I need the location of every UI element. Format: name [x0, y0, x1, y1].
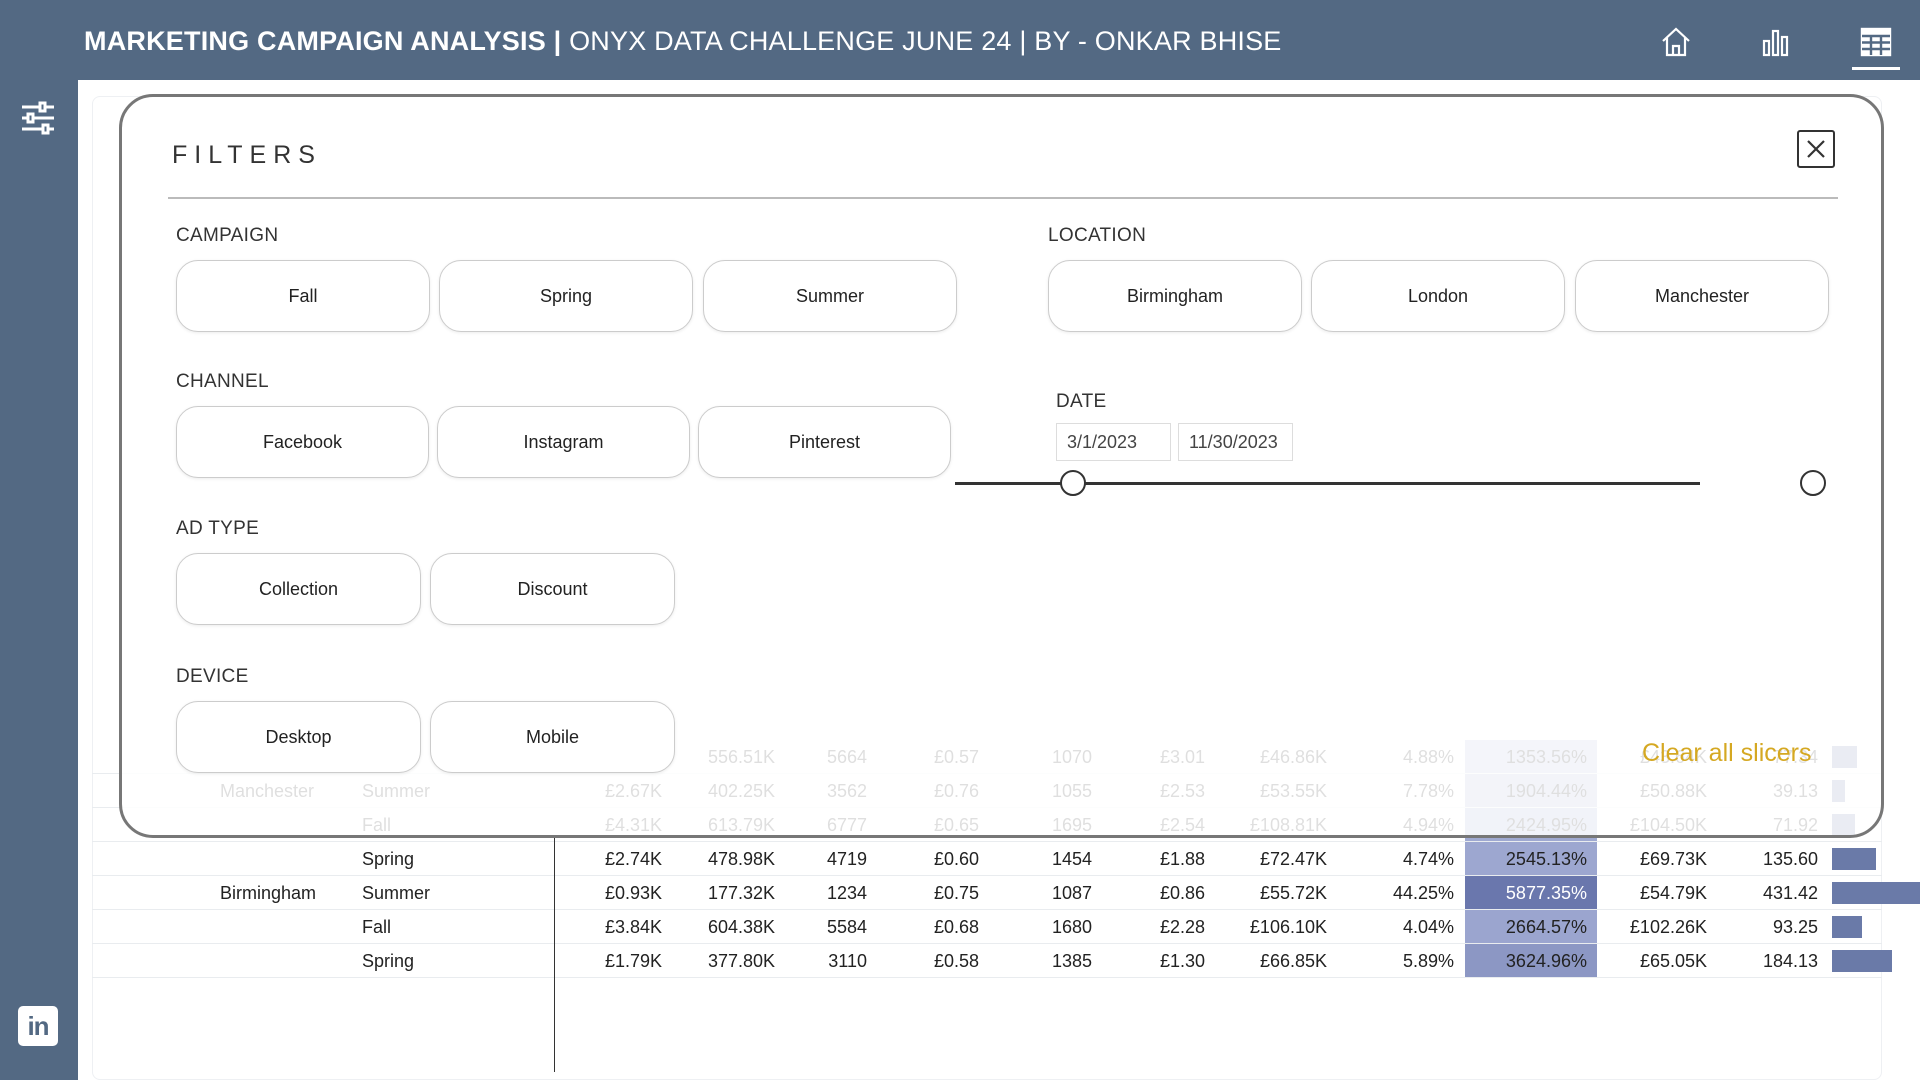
cell-converted: 1385 — [1051, 951, 1092, 971]
cell-cpc: £0.58 — [933, 951, 979, 971]
bar-chart-icon[interactable] — [1756, 22, 1796, 62]
table-icon[interactable] — [1852, 22, 1900, 70]
cell-roas: 431.42 — [1762, 883, 1818, 903]
channel-pinterest-button[interactable]: Pinterest — [698, 406, 951, 478]
cell-impressions: 177.32K — [707, 883, 775, 903]
date-slider-end-handle[interactable] — [1800, 470, 1826, 496]
ad-type-collection-button[interactable]: Collection — [176, 553, 421, 625]
cell-cpc: £0.68 — [933, 917, 979, 937]
cell-impressions: 604.38K — [707, 917, 775, 937]
cell-spend: £2.74K — [604, 849, 662, 869]
device-label: DEVICE — [176, 666, 249, 687]
cell-converted: 1680 — [1051, 917, 1092, 937]
location-manchester-button[interactable]: Manchester — [1575, 260, 1829, 332]
roas-bar — [1832, 882, 1920, 904]
cell-revenue: £55.72K — [1259, 883, 1327, 903]
cell-cpa: £2.28 — [1159, 917, 1205, 937]
device-mobile-button[interactable]: Mobile — [430, 701, 675, 773]
ad-type-label: AD TYPE — [176, 518, 260, 539]
cell-campaign: Summer — [362, 883, 431, 903]
cell-campaign: Spring — [362, 951, 415, 971]
cell-campaign: Fall — [362, 917, 392, 937]
cell-spend: £0.93K — [604, 883, 662, 903]
title-author: BY - ONKAR BHISE — [1026, 26, 1282, 56]
filters-title: FILTERS — [172, 141, 322, 169]
column-divider — [554, 836, 555, 1072]
channel-facebook-button[interactable]: Facebook — [176, 406, 429, 478]
cell-cpa: £1.30 — [1159, 951, 1205, 971]
title-challenge: ONYX DATA CHALLENGE JUNE 24 | — [561, 26, 1027, 56]
cell-location: Birmingham — [220, 883, 317, 903]
linkedin-glyph: in — [27, 1010, 49, 1041]
filters-panel: FILTERS CAMPAIGN Fall Spring Summer LOCA… — [119, 94, 1884, 838]
location-london-button[interactable]: London — [1311, 260, 1565, 332]
cell-converted: 1087 — [1051, 883, 1092, 903]
filter-sliders-icon[interactable] — [18, 98, 58, 138]
header-bar: MARKETING CAMPAIGN ANALYSIS | ONYX DATA … — [0, 0, 1920, 80]
roas-bar — [1832, 916, 1862, 938]
cell-profit: £69.73K — [1639, 849, 1707, 869]
channel-label: CHANNEL — [176, 371, 269, 392]
cell-impressions: 377.80K — [707, 951, 775, 971]
cell-clicks: 4719 — [826, 849, 867, 869]
cell-profit: £102.26K — [1629, 917, 1707, 937]
clear-all-slicers-button[interactable]: Clear all slicers — [1642, 739, 1811, 768]
cell-roi: 2664.57% — [1505, 917, 1587, 937]
table-row[interactable]: Fall £3.84K 604.38K 5584 £0.68 1680 £2.28 £106.… — [92, 910, 1882, 944]
cell-spend: £1.79K — [604, 951, 662, 971]
cell-revenue: £66.85K — [1259, 951, 1327, 971]
channel-instagram-button[interactable]: Instagram — [437, 406, 690, 478]
cell-roi: 2545.13% — [1505, 849, 1587, 869]
cell-clicks: 5584 — [826, 917, 867, 937]
cell-roas: 135.60 — [1762, 849, 1818, 869]
cell-engagement: 44.25% — [1392, 883, 1454, 903]
cell-profit: £54.79K — [1639, 883, 1707, 903]
location-label: LOCATION — [1048, 225, 1147, 246]
cell-converted: 1454 — [1051, 849, 1092, 869]
cell-profit: £65.05K — [1639, 951, 1707, 971]
ad-type-discount-button[interactable]: Discount — [430, 553, 675, 625]
cell-clicks: 1234 — [826, 883, 867, 903]
cell-engagement: 5.89% — [1402, 951, 1454, 971]
date-end-input[interactable]: 11/30/2023 — [1178, 423, 1293, 461]
cell-roi: 3624.96% — [1505, 951, 1587, 971]
cell-revenue: £72.47K — [1259, 849, 1327, 869]
cell-engagement: 4.74% — [1402, 849, 1454, 869]
cell-roas: 93.25 — [1772, 917, 1818, 937]
cell-cpc: £0.75 — [933, 883, 979, 903]
cell-roi: 5877.35% — [1505, 883, 1587, 903]
roas-bar — [1832, 848, 1876, 870]
filters-divider — [168, 197, 1838, 199]
close-filters-button[interactable] — [1797, 130, 1835, 168]
cell-campaign: Spring — [362, 849, 415, 869]
campaign-spring-button[interactable]: Spring — [439, 260, 693, 332]
cell-spend: £3.84K — [604, 917, 662, 937]
date-label: DATE — [1056, 391, 1107, 412]
page-title: MARKETING CAMPAIGN ANALYSIS | ONYX DATA … — [84, 26, 1282, 57]
title-bold: MARKETING CAMPAIGN ANALYSIS | — [84, 26, 562, 56]
cell-impressions: 478.98K — [707, 849, 775, 869]
home-icon[interactable] — [1656, 22, 1696, 62]
cell-cpa: £0.86 — [1159, 883, 1205, 903]
close-icon — [1807, 140, 1825, 158]
campaign-label: CAMPAIGN — [176, 225, 279, 246]
cell-engagement: 4.04% — [1402, 917, 1454, 937]
date-slider-start-handle[interactable] — [1060, 470, 1086, 496]
date-start-input[interactable]: 3/1/2023 — [1056, 423, 1171, 461]
cell-cpa: £1.88 — [1159, 849, 1205, 869]
campaign-summer-button[interactable]: Summer — [703, 260, 957, 332]
device-desktop-button[interactable]: Desktop — [176, 701, 421, 773]
campaign-fall-button[interactable]: Fall — [176, 260, 430, 332]
cell-roas: 184.13 — [1762, 951, 1818, 971]
location-birmingham-button[interactable]: Birmingham — [1048, 260, 1302, 332]
roas-bar — [1832, 950, 1892, 972]
linkedin-icon[interactable]: in — [18, 1006, 58, 1046]
cell-revenue: £106.10K — [1249, 917, 1327, 937]
table-row[interactable]: Spring £1.79K 377.80K 3110 £0.58 1385 £1.30 £66… — [92, 944, 1892, 978]
table-row[interactable]: Spring £2.74K 478.98K 4719 £0.60 1454 £1.88 £72… — [92, 842, 1882, 876]
cell-cpc: £0.60 — [933, 849, 979, 869]
cell-clicks: 3110 — [828, 951, 867, 971]
table-row[interactable]: Birmingham Summer £0.93K 177.32K 1234 £0.75 10… — [92, 876, 1920, 910]
left-rail — [0, 80, 78, 1080]
